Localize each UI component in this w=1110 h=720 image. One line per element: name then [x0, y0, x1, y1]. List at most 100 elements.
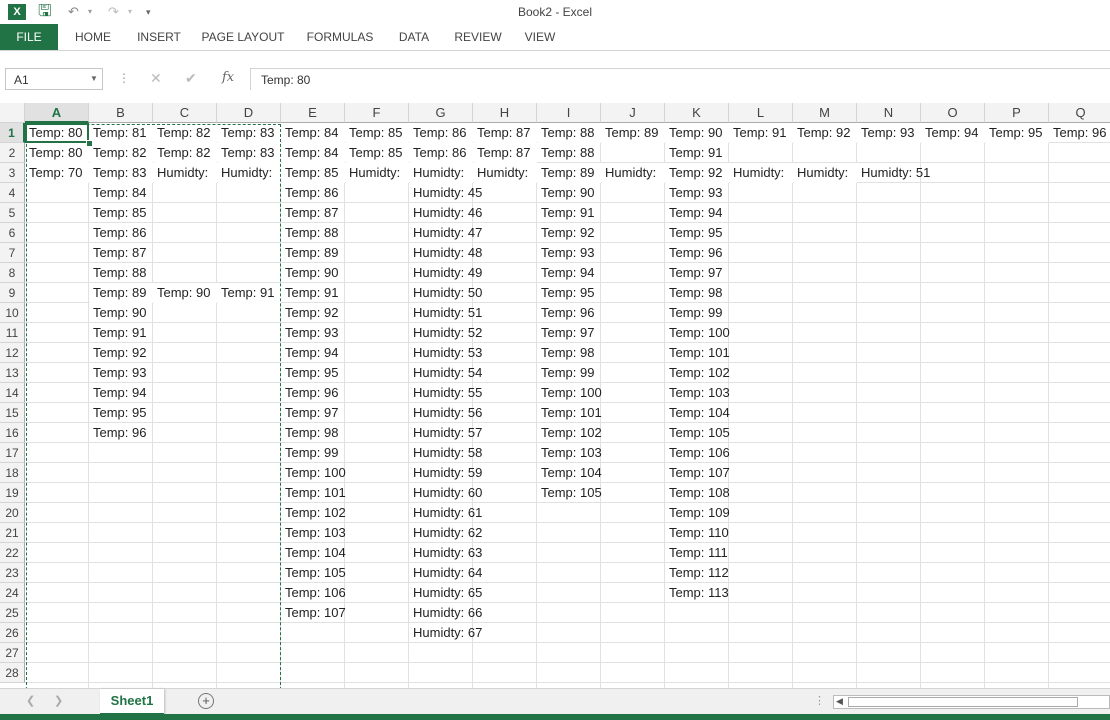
cell-k14[interactable]: Temp: 103	[666, 383, 858, 403]
row-header-8[interactable]: 8	[0, 263, 25, 283]
row-header-23[interactable]: 23	[0, 563, 25, 583]
row-header-12[interactable]: 12	[0, 343, 25, 363]
chevron-left-icon[interactable]: ❮	[26, 694, 35, 707]
row-header-9[interactable]: 9	[0, 283, 25, 303]
check-icon[interactable]: ✔	[185, 70, 197, 87]
horizontal-scrollbar[interactable]: ◀	[833, 695, 1110, 709]
cell-g24[interactable]: Humidty: 65	[410, 583, 602, 603]
row-header-19[interactable]: 19	[0, 483, 25, 503]
cell-c1[interactable]: Temp: 82	[154, 123, 217, 143]
cell-e1[interactable]: Temp: 84	[282, 123, 345, 143]
cell-h3[interactable]: Humidty:	[474, 163, 537, 183]
cell-e3[interactable]: Temp: 85	[282, 163, 345, 183]
cell-b15[interactable]: Temp: 95	[90, 403, 282, 423]
row-header-7[interactable]: 7	[0, 243, 25, 263]
cell-k10[interactable]: Temp: 99	[666, 303, 858, 323]
column-header-q[interactable]: Q	[1049, 103, 1110, 123]
cell-d2[interactable]: Temp: 83	[218, 143, 281, 163]
close-icon[interactable]: ✕	[150, 70, 162, 87]
cell-i3[interactable]: Temp: 89	[538, 163, 601, 183]
cell-k21[interactable]: Temp: 110	[666, 523, 858, 543]
cell-g21[interactable]: Humidty: 62	[410, 523, 602, 543]
cell-c9[interactable]: Temp: 90	[154, 283, 217, 303]
splitter-dots-icon[interactable]: ⋮	[118, 71, 130, 85]
cell-k17[interactable]: Temp: 106	[666, 443, 858, 463]
cell-g26[interactable]: Humidty: 67	[410, 623, 602, 643]
cell-k9[interactable]: Temp: 98	[666, 283, 858, 303]
column-header-o[interactable]: O	[921, 103, 985, 123]
row-header-5[interactable]: 5	[0, 203, 25, 223]
column-header-h[interactable]: H	[473, 103, 537, 123]
cell-j1[interactable]: Temp: 89	[602, 123, 665, 143]
cell-f3[interactable]: Humidty:	[346, 163, 409, 183]
row-header-1[interactable]: 1	[0, 123, 25, 143]
select-all-corner[interactable]	[0, 103, 25, 123]
cell-b3[interactable]: Temp: 83	[90, 163, 153, 183]
cell-k18[interactable]: Temp: 107	[666, 463, 858, 483]
row-header-24[interactable]: 24	[0, 583, 25, 603]
cell-k8[interactable]: Temp: 97	[666, 263, 858, 283]
cell-k7[interactable]: Temp: 96	[666, 243, 858, 263]
cell-g22[interactable]: Humidty: 63	[410, 543, 602, 563]
cell-o1[interactable]: Temp: 94	[922, 123, 985, 143]
cell-m3[interactable]: Humidty:	[794, 163, 857, 183]
column-header-a[interactable]: A	[25, 103, 89, 123]
cell-k4[interactable]: Temp: 93	[666, 183, 858, 203]
scrollbar-thumb[interactable]	[848, 697, 1078, 707]
row-header-13[interactable]: 13	[0, 363, 25, 383]
cell-k11[interactable]: Temp: 100	[666, 323, 858, 343]
cell-k15[interactable]: Temp: 104	[666, 403, 858, 423]
column-header-i[interactable]: I	[537, 103, 601, 123]
column-header-n[interactable]: N	[857, 103, 921, 123]
cell-f1[interactable]: Temp: 85	[346, 123, 409, 143]
cell-f2[interactable]: Temp: 85	[346, 143, 409, 163]
cell-k5[interactable]: Temp: 94	[666, 203, 858, 223]
row-header-21[interactable]: 21	[0, 523, 25, 543]
tab-formulas[interactable]: FORMULAS	[300, 24, 380, 50]
formula-input[interactable]: Temp: 80	[250, 68, 1110, 90]
cell-a2[interactable]: Temp: 80	[26, 143, 89, 163]
chevron-down-icon[interactable]: ▼	[90, 69, 98, 89]
cell-k13[interactable]: Temp: 102	[666, 363, 858, 383]
worksheet-grid[interactable]: A B C D E F G H I J K L M N O P Q 1 2 3 4 5 6 7 8 9 10 11 12 13 14 15 16…	[0, 103, 1110, 688]
column-header-l[interactable]: L	[729, 103, 793, 123]
cell-g2[interactable]: Temp: 86	[410, 143, 473, 163]
tab-file[interactable]: FILE	[0, 24, 58, 50]
cell-k2[interactable]: Temp: 91	[666, 143, 858, 163]
cell-b9[interactable]: Temp: 89	[90, 283, 153, 303]
tab-view[interactable]: VIEW	[518, 24, 562, 50]
cell-k6[interactable]: Temp: 95	[666, 223, 858, 243]
cell-p1[interactable]: Temp: 95	[986, 123, 1049, 143]
cell-e2[interactable]: Temp: 84	[282, 143, 345, 163]
cell-b5[interactable]: Temp: 85	[90, 203, 282, 223]
cell-d3[interactable]: Humidty:	[218, 163, 281, 183]
splitter-dots-icon[interactable]: ⋮	[814, 694, 825, 707]
cell-k19[interactable]: Temp: 108	[666, 483, 858, 503]
cell-b12[interactable]: Temp: 92	[90, 343, 282, 363]
cell-a3[interactable]: Temp: 70	[26, 163, 89, 183]
cell-b7[interactable]: Temp: 87	[90, 243, 282, 263]
cell-g1[interactable]: Temp: 86	[410, 123, 473, 143]
cell-b1[interactable]: Temp: 81	[90, 123, 153, 143]
cell-d1[interactable]: Temp: 83	[218, 123, 281, 143]
cell-n1[interactable]: Temp: 93	[858, 123, 921, 143]
cell-b6[interactable]: Temp: 86	[90, 223, 282, 243]
row-header-10[interactable]: 10	[0, 303, 25, 323]
cell-k1[interactable]: Temp: 90	[666, 123, 729, 143]
cell-l1[interactable]: Temp: 91	[730, 123, 793, 143]
column-header-p[interactable]: P	[985, 103, 1049, 123]
cell-d9[interactable]: Temp: 91	[218, 283, 281, 303]
row-header-15[interactable]: 15	[0, 403, 25, 423]
cell-i1[interactable]: Temp: 88	[538, 123, 601, 143]
cell-b16[interactable]: Temp: 96	[90, 423, 282, 443]
cell-b10[interactable]: Temp: 90	[90, 303, 282, 323]
tab-page-layout[interactable]: PAGE LAYOUT	[196, 24, 290, 50]
name-box[interactable]: A1	[5, 68, 103, 90]
cell-l3[interactable]: Humidty:	[730, 163, 793, 183]
fx-icon[interactable]: fx	[222, 70, 234, 85]
cell-k12[interactable]: Temp: 101	[666, 343, 858, 363]
row-header-26[interactable]: 26	[0, 623, 25, 643]
sheet-tab-sheet1[interactable]: Sheet1	[100, 689, 164, 715]
cell-c3[interactable]: Humidty:	[154, 163, 217, 183]
row-header-11[interactable]: 11	[0, 323, 25, 343]
